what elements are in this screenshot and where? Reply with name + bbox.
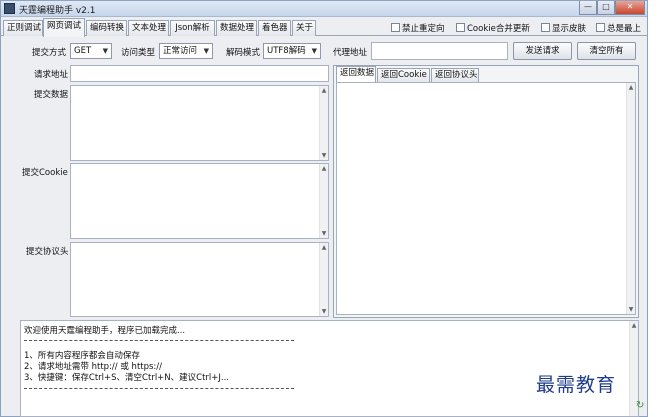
close-button[interactable]: ✕	[615, 1, 645, 15]
scrollbar[interactable]: ▲ ▼	[319, 243, 328, 316]
cookie-label: 提交Cookie	[22, 168, 68, 178]
tab-shader[interactable]: 着色器	[258, 20, 291, 36]
option-label: 显示皮肤	[552, 24, 587, 34]
scroll-down-icon[interactable]: ▼	[320, 229, 328, 238]
tab-encoding[interactable]: 编码转换	[86, 20, 127, 36]
access-type-select[interactable]: 正常访问 ▼	[159, 43, 213, 59]
minimize-button[interactable]: —	[579, 1, 597, 15]
post-data-textarea[interactable]: ▲ ▼	[70, 85, 329, 161]
clear-all-button[interactable]: 清空所有	[577, 42, 636, 60]
corner-logo-icon: ↻	[636, 400, 645, 411]
send-request-button[interactable]: 发送请求	[513, 42, 572, 60]
scroll-down-icon[interactable]: ▼	[627, 305, 635, 314]
divider	[24, 340, 294, 341]
method-label: 提交方式	[32, 48, 67, 58]
scroll-down-icon[interactable]: ▼	[320, 307, 328, 316]
option-label: 禁止重定向	[402, 24, 445, 34]
response-data-textarea[interactable]: ▲ ▼	[336, 82, 636, 315]
divider	[24, 388, 294, 389]
option-show-skin[interactable]: 显示皮肤	[541, 22, 586, 34]
decode-mode-label: 解码模式	[226, 48, 261, 58]
scroll-up-icon[interactable]: ▲	[630, 321, 638, 330]
option-no-redirect[interactable]: 禁止重定向	[391, 22, 445, 34]
tab-response-cookie[interactable]: 返回Cookie	[377, 68, 430, 82]
scroll-up-icon[interactable]: ▲	[320, 243, 328, 252]
checkbox[interactable]	[391, 23, 400, 32]
log-line: 3、快捷键：保存Ctrl+S、清空Ctrl+N、建议Ctrl+J...	[24, 373, 230, 383]
scrollbar[interactable]: ▲ ▼	[319, 164, 328, 238]
window-title: 天霆编程助手 v2.1	[19, 6, 96, 16]
app-window: 天霆编程助手 v2.1 — □ ✕ 正则调试 网页调试 编码转换 文本处理 Js…	[0, 0, 648, 417]
tab-response-data[interactable]: 返回数据	[336, 66, 376, 82]
watermark-text: 最需教育	[536, 374, 617, 396]
tab-response-headers[interactable]: 返回协议头	[431, 68, 479, 82]
headers-textarea[interactable]: ▲ ▼	[70, 242, 329, 317]
scroll-up-icon[interactable]: ▲	[320, 86, 328, 95]
checkbox[interactable]	[456, 23, 465, 32]
headers-label: 提交协议头	[26, 247, 69, 257]
tab-data-process[interactable]: 数据处理	[216, 20, 257, 36]
option-label: Cookie合并更新	[467, 24, 530, 34]
app-icon	[4, 3, 15, 14]
checkbox[interactable]	[541, 23, 550, 32]
access-type-label: 访问类型	[121, 48, 156, 58]
access-type-value: 正常访问	[163, 46, 198, 56]
chevron-down-icon: ▼	[311, 47, 317, 55]
method-select[interactable]: GET ▼	[70, 43, 112, 59]
decode-mode-value: UTF8解码	[267, 46, 306, 56]
proxy-label: 代理地址	[333, 48, 368, 58]
option-cookie-merge[interactable]: Cookie合并更新	[456, 22, 530, 34]
title-bar[interactable]: 天霆编程助手 v2.1 — □ ✕	[1, 1, 647, 17]
maximize-button[interactable]: □	[597, 1, 615, 15]
option-always-on-top[interactable]: 总是最上	[596, 22, 641, 34]
checkbox[interactable]	[596, 23, 605, 32]
tab-json[interactable]: Json解析	[170, 20, 215, 36]
scrollbar[interactable]: ▲ ▼	[319, 86, 328, 160]
cookie-textarea[interactable]: ▲ ▼	[70, 163, 329, 239]
tab-regex[interactable]: 正则调试	[3, 20, 43, 36]
scroll-up-icon[interactable]: ▲	[627, 83, 635, 92]
proxy-input[interactable]	[371, 42, 508, 60]
url-label: 请求地址	[34, 70, 69, 80]
url-input[interactable]	[70, 65, 329, 82]
scrollbar[interactable]: ▲ ▼	[626, 83, 635, 314]
chevron-down-icon: ▼	[203, 47, 209, 55]
post-data-label: 提交数据	[34, 90, 69, 100]
scroll-down-icon[interactable]: ▼	[320, 151, 328, 160]
scroll-up-icon[interactable]: ▲	[320, 164, 328, 173]
chevron-down-icon: ▼	[102, 47, 108, 55]
decode-mode-select[interactable]: UTF8解码 ▼	[263, 43, 321, 59]
response-panel: 返回数据 返回Cookie 返回协议头 ▲ ▼	[333, 65, 639, 318]
log-line: 欢迎使用天霆编程助手，程序已加载完成...	[24, 326, 186, 336]
log-panel[interactable]: 欢迎使用天霆编程助手，程序已加载完成... 1、所有内容程序都会自动保存 2、请…	[20, 320, 639, 417]
method-value: GET	[74, 46, 92, 56]
tab-about[interactable]: 关于	[292, 20, 316, 36]
option-label: 总是最上	[607, 24, 642, 34]
tab-text-process[interactable]: 文本处理	[128, 20, 169, 36]
tab-web-debug[interactable]: 网页调试	[43, 18, 85, 37]
